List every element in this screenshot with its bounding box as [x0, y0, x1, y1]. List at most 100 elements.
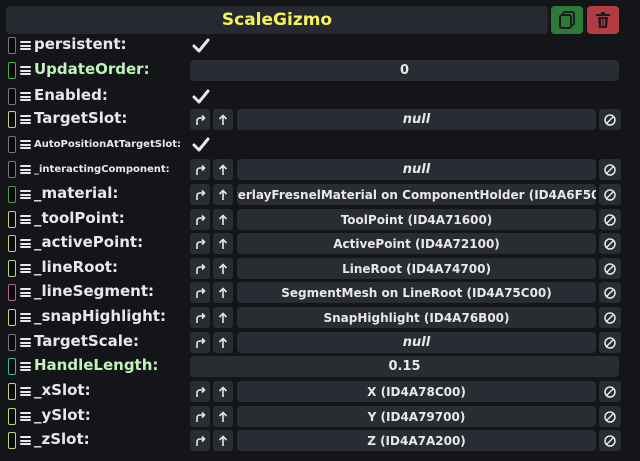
reference-field[interactable]: Z (ID4A7A200) [237, 430, 596, 451]
reference-field[interactable]: ToolPoint (ID4A71600) [237, 209, 596, 230]
inspect-up-button[interactable] [213, 159, 233, 180]
inspect-up-button[interactable] [213, 258, 233, 279]
jump-button[interactable] [190, 406, 210, 427]
checkmark-icon [192, 89, 210, 104]
clear-icon [604, 434, 616, 447]
checkbox[interactable] [191, 87, 211, 107]
component-header: ScaleGizmo [6, 6, 548, 34]
inspect-up-button[interactable] [213, 381, 233, 402]
clear-button[interactable] [599, 381, 621, 402]
field-label: Enabled: [34, 86, 108, 104]
jump-button[interactable] [190, 209, 210, 230]
reference-field[interactable]: ActivePoint (ID4A72100) [237, 233, 596, 254]
hamburger-icon[interactable] [20, 313, 31, 322]
clear-button[interactable] [599, 159, 621, 180]
hamburger-icon[interactable] [20, 92, 31, 101]
reference-field[interactable]: X (ID4A78C00) [237, 381, 596, 402]
arrow-up-icon [218, 410, 228, 422]
hamburger-icon[interactable] [20, 115, 31, 124]
checkbox[interactable] [191, 36, 211, 56]
field-row: TargetScale: null [0, 331, 640, 355]
field-label: _material: [34, 184, 119, 202]
value-input[interactable]: 0.15 [190, 356, 619, 377]
clear-button[interactable] [599, 258, 621, 279]
jump-to-icon [196, 435, 206, 446]
clear-button[interactable] [599, 184, 621, 205]
clear-icon [604, 385, 616, 398]
field-row: _lineSegment: SegmentMesh on LineRoot (ID… [0, 281, 640, 305]
jump-button[interactable] [190, 109, 210, 130]
reference-field[interactable]: null [237, 159, 596, 180]
reference-field[interactable]: LineRoot (ID4A74700) [237, 258, 596, 279]
reference-field[interactable]: null [237, 109, 596, 130]
inspect-up-button[interactable] [213, 430, 233, 451]
reference-field[interactable]: SegmentMesh on LineRoot (ID4A75C00) [237, 282, 596, 303]
hamburger-icon[interactable] [20, 412, 31, 421]
field-row: _ySlot: Y (ID4A79700) [0, 405, 640, 429]
jump-button[interactable] [190, 381, 210, 402]
delete-button[interactable] [587, 6, 619, 34]
field-row: _lineRoot: LineRoot (ID4A74700) [0, 257, 640, 281]
clear-icon [604, 410, 616, 423]
jump-button[interactable] [190, 430, 210, 451]
inspect-up-button[interactable] [213, 406, 233, 427]
field-type-indicator [8, 383, 16, 400]
jump-button[interactable] [190, 184, 210, 205]
hamburger-icon[interactable] [20, 338, 31, 347]
jump-button[interactable] [190, 159, 210, 180]
reference-field[interactable]: SnapHighlight (ID4A76B00) [237, 307, 596, 328]
jump-to-icon [196, 164, 206, 175]
jump-to-icon [196, 337, 206, 348]
hamburger-icon[interactable] [20, 436, 31, 445]
hamburger-icon[interactable] [20, 165, 31, 174]
jump-to-icon [196, 114, 206, 125]
field-row: _activePoint: ActivePoint (ID4A72100) [0, 232, 640, 256]
component-title: ScaleGizmo [221, 10, 333, 30]
field-label: _snapHighlight: [34, 307, 166, 325]
reference-field[interactable]: Y (ID4A79700) [237, 406, 596, 427]
jump-button[interactable] [190, 233, 210, 254]
clear-button[interactable] [599, 406, 621, 427]
inspect-up-button[interactable] [213, 307, 233, 328]
inspect-up-button[interactable] [213, 332, 233, 353]
hamburger-icon[interactable] [20, 140, 31, 149]
hamburger-icon[interactable] [20, 288, 31, 297]
value-input[interactable]: 0 [190, 60, 619, 81]
jump-button[interactable] [190, 332, 210, 353]
field-row: HandleLength: 0.15 [0, 355, 640, 379]
clear-button[interactable] [599, 209, 621, 230]
duplicate-button[interactable] [551, 6, 583, 34]
hamburger-icon[interactable] [20, 41, 31, 50]
reference-field[interactable]: null [237, 332, 596, 353]
clear-button[interactable] [599, 109, 621, 130]
checkmark-icon [192, 137, 210, 152]
hamburger-icon[interactable] [20, 362, 31, 371]
inspect-up-button[interactable] [213, 233, 233, 254]
inspect-up-button[interactable] [213, 109, 233, 130]
clear-button[interactable] [599, 332, 621, 353]
checkbox[interactable] [191, 135, 211, 155]
clear-button[interactable] [599, 430, 621, 451]
inspect-up-button[interactable] [213, 282, 233, 303]
field-label: _ySlot: [34, 406, 91, 424]
clear-button[interactable] [599, 307, 621, 328]
hamburger-icon[interactable] [20, 66, 31, 75]
jump-button[interactable] [190, 282, 210, 303]
inspect-up-button[interactable] [213, 209, 233, 230]
jump-button[interactable] [190, 307, 210, 328]
field-label: _interactingComponent: [34, 164, 170, 175]
clear-button[interactable] [599, 282, 621, 303]
clear-button[interactable] [599, 233, 621, 254]
jump-button[interactable] [190, 258, 210, 279]
field-label: TargetSlot: [34, 109, 128, 127]
hamburger-icon[interactable] [20, 264, 31, 273]
inspect-up-button[interactable] [213, 184, 233, 205]
hamburger-icon[interactable] [20, 387, 31, 396]
field-label: UpdateOrder: [34, 60, 150, 78]
field-label: _zSlot: [34, 430, 90, 448]
hamburger-icon[interactable] [20, 190, 31, 199]
clear-icon [604, 163, 616, 176]
hamburger-icon[interactable] [20, 239, 31, 248]
hamburger-icon[interactable] [20, 215, 31, 224]
reference-field[interactable]: OverlayFresnelMaterial on ComponentHolde… [237, 184, 596, 205]
